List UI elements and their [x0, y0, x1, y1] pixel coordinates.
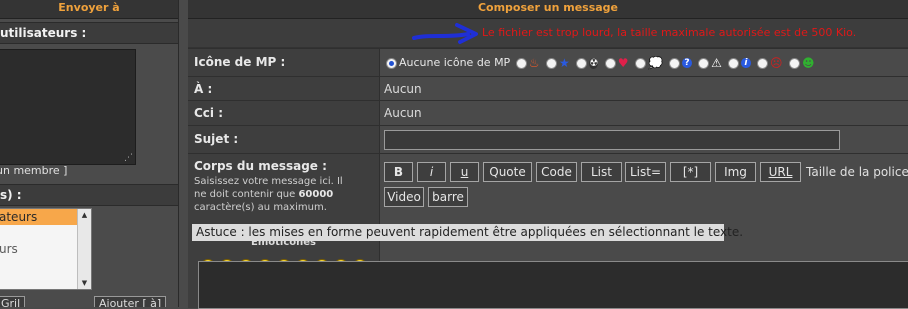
- bcc-label: Cci :: [194, 106, 224, 120]
- alien-icon: ☻: [802, 56, 815, 70]
- no-icon-label: Aucune icône de MP: [399, 56, 511, 69]
- font-size-label: Taille de la police: [806, 165, 908, 179]
- body-help: Saisissez votre message ici. Il ne doit …: [194, 176, 343, 213]
- radio-warning[interactable]: [698, 57, 710, 69]
- mp-icon-options: Aucune icône de MP ♨ ★ ☢ ♥ 💭 ? ⚠ i ☹ ☻: [384, 56, 816, 70]
- code-button[interactable]: Code: [536, 162, 577, 182]
- radio-info[interactable]: [728, 57, 740, 69]
- strike-button[interactable]: barre: [428, 187, 468, 207]
- radio-mad[interactable]: [757, 57, 769, 69]
- grid-button[interactable]: Gril: [0, 296, 26, 307]
- list-button[interactable]: List: [581, 162, 622, 182]
- arrow-annotation-icon: [412, 23, 478, 44]
- to-row: À : Aucun: [188, 76, 908, 100]
- underline-button[interactable]: u: [450, 162, 479, 182]
- add-member-label: un membre ]: [0, 164, 68, 177]
- radio-thought[interactable]: [634, 57, 646, 69]
- radioactive-icon: ☢: [589, 57, 599, 69]
- error-row: Le fichier est trop lourd, la taille max…: [188, 19, 908, 48]
- add-button[interactable]: Ajouter [ à]: [94, 296, 167, 307]
- url-button[interactable]: URL: [760, 162, 801, 182]
- max-chars: 60000: [298, 189, 334, 200]
- info-icon: i: [741, 58, 751, 68]
- bcc-row: Cci : Aucun: [188, 100, 908, 125]
- to-value: Aucun: [384, 82, 422, 96]
- thought-bubble-icon: 💭: [647, 56, 663, 70]
- users-label: utilisateurs :: [0, 22, 178, 44]
- mad-icon: ☹: [770, 56, 783, 70]
- compose-header: Composer un message: [188, 0, 908, 19]
- radio-no-icon[interactable]: [386, 57, 397, 69]
- warning-icon: ⚠: [711, 56, 722, 70]
- resize-grip-icon[interactable]: ⋰: [124, 153, 134, 163]
- img-button[interactable]: Img: [715, 162, 756, 182]
- bold-button[interactable]: B: [384, 162, 413, 182]
- radio-question[interactable]: [669, 57, 681, 69]
- radio-radioactive[interactable]: [576, 57, 588, 69]
- flame-icon: ♨: [528, 56, 540, 70]
- heart-icon: ♥: [617, 56, 629, 70]
- video-button[interactable]: Video: [384, 187, 424, 207]
- groups-select[interactable]: ateurs urs ▲ ▼: [0, 208, 92, 290]
- send-to-panel: Envoyer à utilisateurs : ⋰ un membre ] s…: [0, 0, 179, 307]
- formatting-hint: Astuce : les mises en forme peuvent rapi…: [192, 224, 743, 241]
- subject-row: Sujet :: [188, 125, 908, 153]
- italic-button[interactable]: i: [417, 162, 446, 182]
- radio-alien[interactable]: [789, 57, 801, 69]
- users-textarea[interactable]: ⋰: [0, 49, 136, 165]
- star-icon: ★: [558, 56, 570, 70]
- subject-input[interactable]: [384, 130, 840, 150]
- list-item-button[interactable]: [*]: [670, 162, 711, 182]
- scroll-up-icon[interactable]: ▲: [78, 209, 91, 221]
- radio-star[interactable]: [545, 57, 557, 69]
- mp-icon-row: Icône de MP : Aucune icône de MP ♨ ★ ☢ ♥…: [188, 48, 908, 76]
- quote-button[interactable]: Quote: [483, 162, 532, 182]
- scroll-down-icon[interactable]: ▼: [78, 277, 91, 289]
- send-to-header: Envoyer à: [0, 0, 178, 19]
- error-message: Le fichier est trop lourd, la taille max…: [482, 26, 857, 39]
- bcc-value: Aucun: [384, 106, 422, 120]
- radio-heart[interactable]: [604, 57, 616, 69]
- groups-label: s) :: [0, 184, 178, 206]
- groups-scrollbar[interactable]: ▲ ▼: [77, 209, 91, 289]
- subject-label: Sujet :: [194, 132, 239, 146]
- to-label: À :: [194, 82, 213, 96]
- question-icon: ?: [682, 58, 692, 68]
- body-label: Corps du message :: [194, 159, 327, 173]
- list-ordered-button[interactable]: List=: [625, 162, 666, 182]
- mp-icon-label: Icône de MP :: [194, 55, 286, 69]
- message-textarea[interactable]: [198, 261, 908, 309]
- radio-flame[interactable]: [515, 57, 527, 69]
